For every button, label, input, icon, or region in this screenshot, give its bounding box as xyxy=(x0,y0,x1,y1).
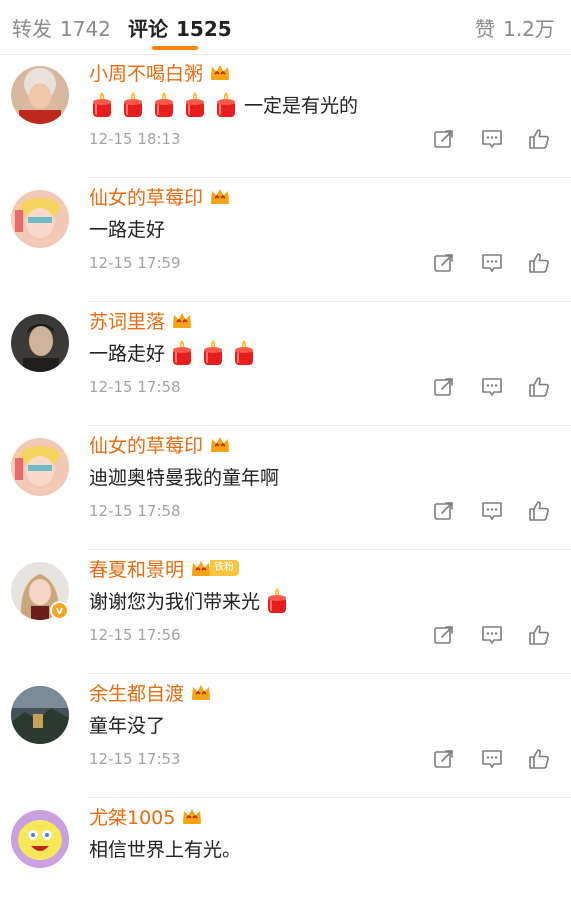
comment-item[interactable]: 小周不喝白粥一定是有光的 12-15 18:13 xyxy=(0,54,571,178)
share-icon[interactable] xyxy=(432,747,456,771)
share-icon[interactable] xyxy=(432,127,456,151)
candle-emoji-group xyxy=(169,338,262,366)
tab-comments[interactable]: 评论 1525 xyxy=(128,13,232,42)
avatar[interactable] xyxy=(11,66,69,124)
comment-timestamp: 12-15 17:56 xyxy=(89,626,181,644)
comment-timestamp: 12-15 17:59 xyxy=(89,254,181,272)
thumbs-up-icon[interactable] xyxy=(527,375,551,399)
avatar[interactable] xyxy=(11,810,69,868)
candle-icon xyxy=(231,338,257,366)
comment-text: 一路走好 xyxy=(89,342,166,365)
candle-emoji-group xyxy=(89,90,244,118)
thumbs-up-icon[interactable] xyxy=(527,127,551,151)
comment-username[interactable]: 余生都自渡 xyxy=(89,679,184,706)
comment-item[interactable]: 仙女的草莓印一路走好 12-15 17:59 xyxy=(0,178,571,302)
comment-item[interactable]: 余生都自渡童年没了 12-15 17:53 xyxy=(0,674,571,798)
comment-timestamp: 12-15 17:53 xyxy=(89,750,181,768)
comment-icon[interactable] xyxy=(480,623,504,647)
crown-icon xyxy=(181,807,203,825)
tab-likes-count: 1.2万 xyxy=(503,17,555,41)
comment-username[interactable]: 春夏和景明 xyxy=(89,555,184,582)
comment-item[interactable]: 仙女的草莓印迪迦奥特曼我的童年啊 12-15 17:58 xyxy=(0,426,571,550)
crown-icon xyxy=(209,435,231,453)
comment-icon[interactable] xyxy=(480,375,504,399)
share-icon[interactable] xyxy=(432,251,456,275)
avatar[interactable] xyxy=(11,190,69,248)
thumbs-up-icon[interactable] xyxy=(527,499,551,523)
comment-text: 一路走好 xyxy=(89,218,166,241)
thumbs-up-icon[interactable] xyxy=(527,251,551,275)
crown-icon xyxy=(190,559,212,577)
comment-icon[interactable] xyxy=(480,747,504,771)
comment-text: 童年没了 xyxy=(89,714,166,737)
share-icon[interactable] xyxy=(432,623,456,647)
tab-reposts-count: 1742 xyxy=(60,17,111,41)
candle-icon xyxy=(264,586,290,614)
tab-likes-label: 赞 xyxy=(475,17,495,41)
comment-timestamp: 12-15 17:58 xyxy=(89,378,181,396)
candle-icon xyxy=(182,90,208,118)
comment-item[interactable]: 尤桀1005 相信世界上有光。 xyxy=(0,798,571,922)
tab-likes[interactable]: 赞 1.2万 xyxy=(475,13,555,42)
thumbs-up-icon[interactable] xyxy=(527,747,551,771)
candle-icon xyxy=(213,90,239,118)
comment-username[interactable]: 苏词里落 xyxy=(89,307,165,334)
share-icon[interactable] xyxy=(432,499,456,523)
comment-text: 迪迦奥特曼我的童年啊 xyxy=(89,466,280,489)
fan-badge: 铁粉 xyxy=(210,560,240,576)
active-tab-indicator xyxy=(152,46,198,50)
candle-icon xyxy=(169,338,195,366)
thumbs-up-icon[interactable] xyxy=(527,623,551,647)
crown-icon xyxy=(190,683,212,701)
avatar[interactable] xyxy=(11,438,69,496)
verified-badge-icon: v xyxy=(50,601,69,620)
comment-username[interactable]: 小周不喝白粥 xyxy=(89,59,203,86)
crown-icon xyxy=(209,63,231,81)
comment-tabs: 转发 1742 评论 1525 赞 1.2万 xyxy=(0,0,571,55)
candle-icon xyxy=(89,90,115,118)
crown-icon xyxy=(209,187,231,205)
comment-username[interactable]: 仙女的草莓印 xyxy=(89,431,203,458)
avatar[interactable] xyxy=(11,686,69,744)
tab-reposts-label: 转发 xyxy=(12,17,52,41)
crown-icon xyxy=(171,311,193,329)
comment-timestamp: 12-15 18:13 xyxy=(89,130,181,148)
comment-text: 一定是有光的 xyxy=(244,94,359,117)
tab-reposts[interactable]: 转发 1742 xyxy=(12,13,111,42)
candle-icon xyxy=(120,90,146,118)
avatar[interactable] xyxy=(11,314,69,372)
share-icon[interactable] xyxy=(432,375,456,399)
comment-icon[interactable] xyxy=(480,499,504,523)
comment-item[interactable]: v 春夏和景明 铁粉谢谢您为我们带来光 12-15 17:56 xyxy=(0,550,571,674)
comment-text: 相信世界上有光。 xyxy=(89,838,242,861)
tab-comments-count: 1525 xyxy=(176,17,232,41)
candle-icon xyxy=(151,90,177,118)
candle-emoji-group xyxy=(264,586,295,614)
candle-icon xyxy=(200,338,226,366)
comment-username[interactable]: 尤桀1005 xyxy=(89,803,175,830)
comment-username[interactable]: 仙女的草莓印 xyxy=(89,183,203,210)
comment-item[interactable]: 苏词里落一路走好 12-15 17:58 xyxy=(0,302,571,426)
comment-text: 谢谢您为我们带来光 xyxy=(89,590,261,613)
comment-timestamp: 12-15 17:58 xyxy=(89,502,181,520)
comment-icon[interactable] xyxy=(480,251,504,275)
tab-comments-label: 评论 xyxy=(128,17,168,41)
comment-icon[interactable] xyxy=(480,127,504,151)
